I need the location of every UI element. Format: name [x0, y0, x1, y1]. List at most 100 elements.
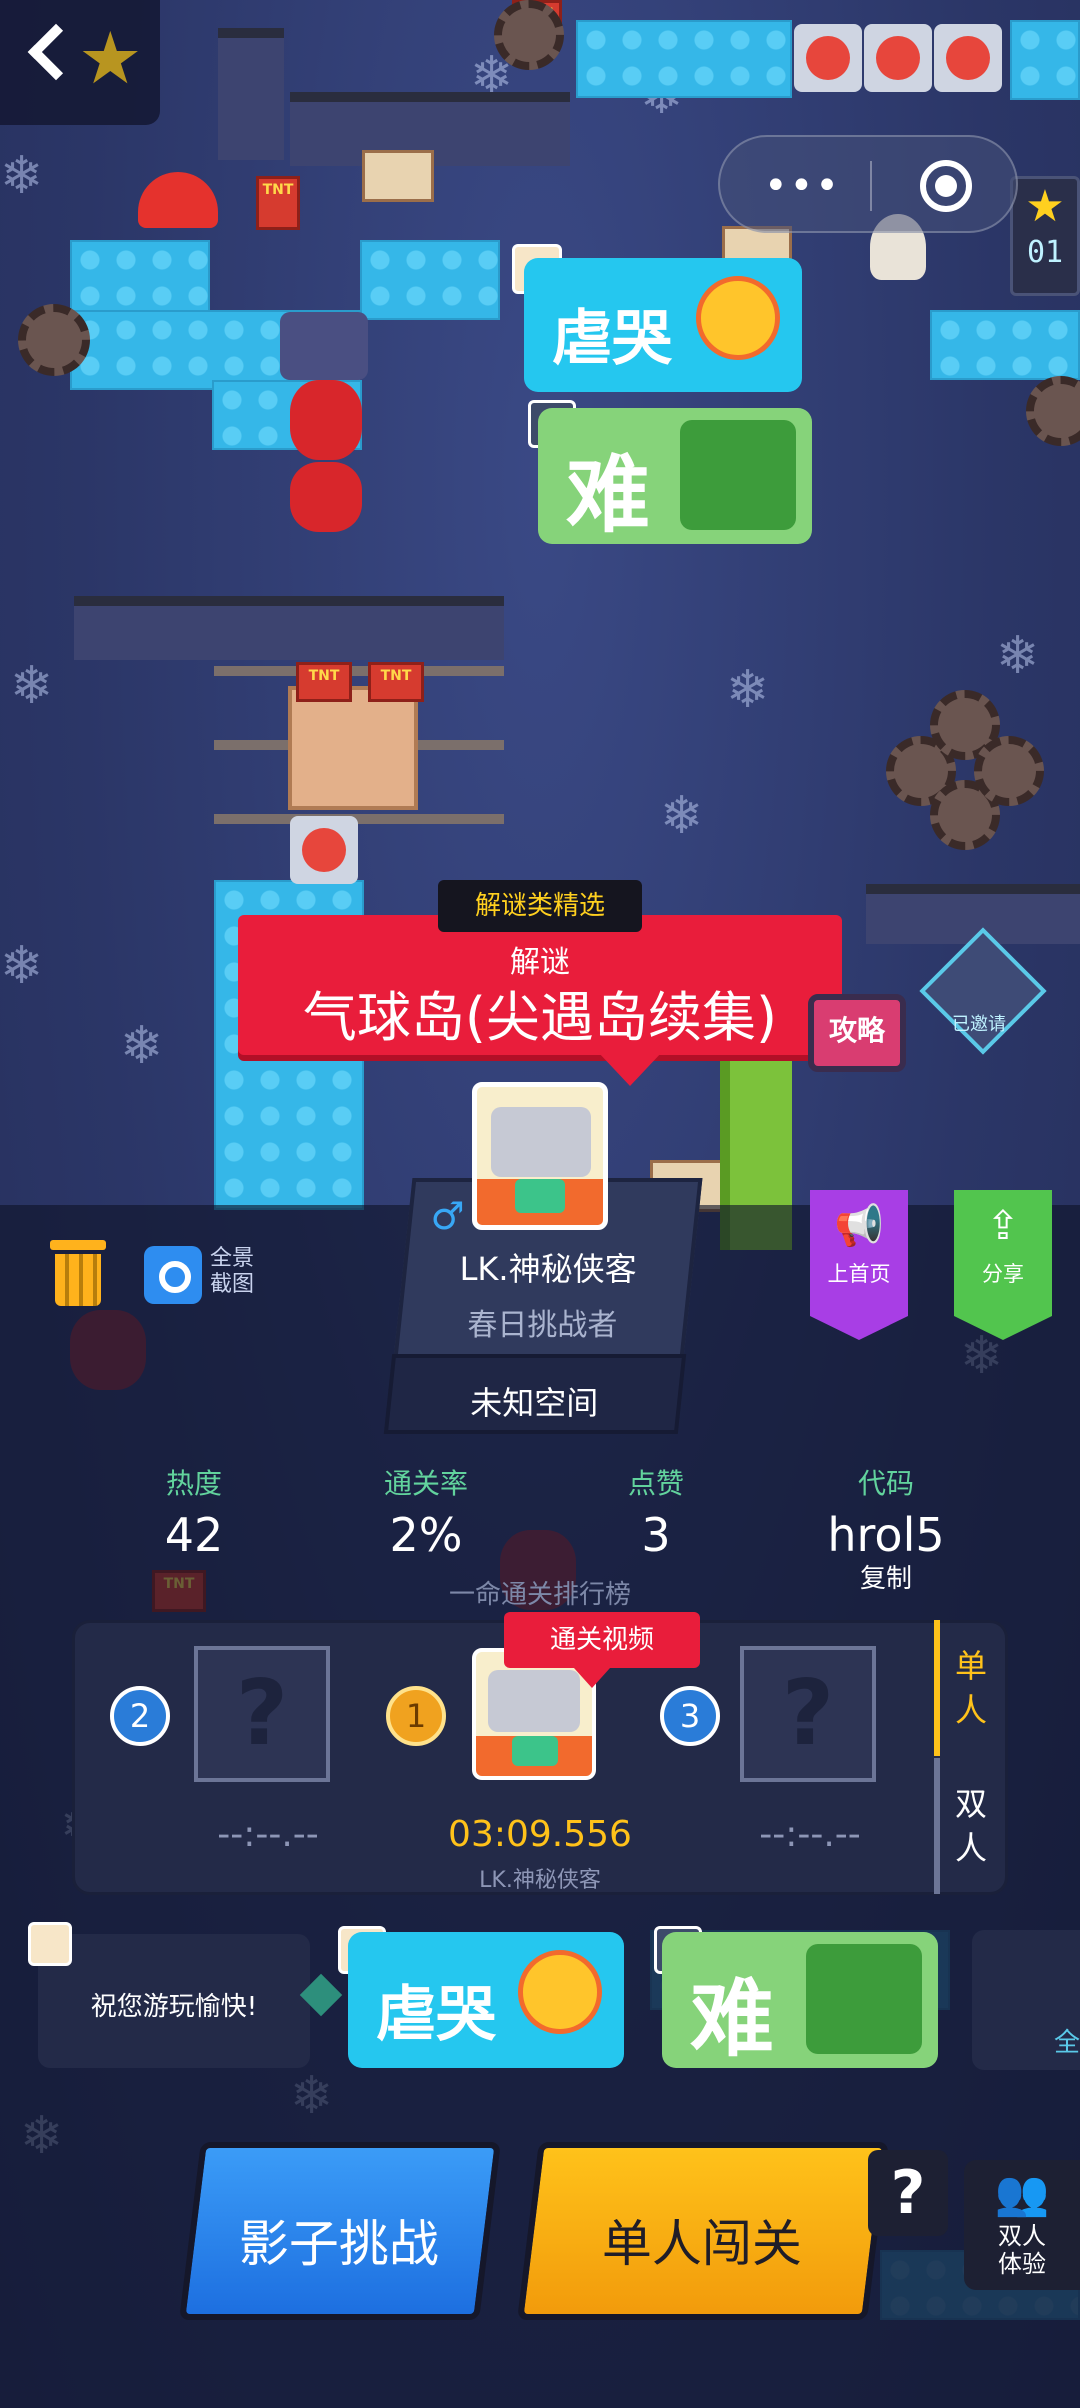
level-counter-value: 01 — [1026, 235, 1064, 270]
megaphone-icon: 📢 — [834, 1203, 884, 1249]
stat-value: 3 — [641, 1508, 671, 1562]
miniprogram-capsule: ••• — [718, 135, 1018, 233]
screenshot-label: 全景截图 — [210, 1246, 255, 1297]
frowning-face-icon — [806, 1944, 922, 2054]
shadow-challenge-button[interactable]: 影子挑战 — [179, 2142, 501, 2320]
play-tile-icon — [290, 816, 358, 884]
rank-badge-first: 1 — [386, 1686, 446, 1746]
level-banner: 解谜 气球岛(尖遇岛续集) — [238, 915, 842, 1055]
sticker-cry[interactable]: 虐哭 — [524, 258, 802, 392]
more-stickers-panel[interactable]: 全 — [972, 1930, 1080, 2070]
shadow-challenge-label: 影子挑战 — [238, 2215, 439, 2273]
sign-icon — [362, 150, 434, 202]
more-options-button[interactable]: ••• — [764, 163, 841, 209]
banner-pointer — [598, 1052, 662, 1086]
promote-homepage-button[interactable]: 📢 上首页 — [810, 1190, 908, 1340]
creator-name: LK.神秘侠客 — [459, 1250, 637, 1288]
rank-time: 03:09.556 — [448, 1814, 632, 1855]
promote-label: 上首页 — [827, 1262, 891, 1286]
star-icon: ★ — [78, 16, 143, 100]
ice-block — [360, 240, 500, 320]
comment-bubble[interactable]: 祝您游玩愉快! — [38, 1934, 310, 2068]
avatar-face — [491, 1107, 591, 1177]
male-icon: ♂ — [430, 1194, 465, 1238]
tab-label: 双人 — [954, 1785, 987, 1867]
level-title: 气球岛(尖遇岛续集) — [302, 986, 778, 1049]
sticker-cry-label: 虐哭 — [552, 304, 672, 374]
tab-label: 单人 — [954, 1647, 987, 1729]
sticker-hard[interactable]: 难 — [538, 408, 812, 544]
copy-code-button[interactable]: 复制 — [786, 1558, 986, 1595]
creator-avatar[interactable] — [472, 1082, 608, 1230]
ranking-tabs: 单人 双人 — [934, 1620, 1008, 1895]
duo-experience-button[interactable]: 👥 双人体验 — [964, 2160, 1080, 2290]
star-icon: ★ — [1025, 181, 1065, 232]
two-players-icon: 👥 — [994, 2168, 1050, 2219]
share-icon: ⇪ — [986, 1203, 1020, 1249]
ice-block — [930, 310, 1080, 380]
stat-label: 代码 — [857, 1467, 914, 1500]
clear-video-button[interactable]: 通关视频 — [504, 1612, 700, 1688]
trash-can-body — [55, 1254, 101, 1306]
panorama-screenshot-button[interactable]: 全景截图 — [140, 1242, 260, 1306]
stat-label: 热度 — [165, 1467, 222, 1500]
help-button[interactable]: ? — [868, 2150, 948, 2236]
snowflake-icon: ❄ — [120, 1016, 164, 1076]
rank-player-name: LK.神秘侠客 — [479, 1868, 601, 1893]
avatar-visor — [515, 1179, 565, 1213]
snowflake-icon: ❄ — [10, 656, 54, 716]
stat-label: 点赞 — [627, 1467, 684, 1500]
mushroom-icon — [138, 172, 218, 228]
level-counter: ★ 01 — [1010, 176, 1080, 296]
empty-player-placeholder[interactable]: ? — [194, 1646, 330, 1782]
play-tile-icon — [934, 24, 1002, 92]
duo-experience-label: 双人体验 — [998, 2222, 1046, 2278]
tnt-icon: TNT — [368, 662, 424, 702]
ranking-title: 一命通关排行榜 — [448, 1580, 631, 1610]
stat-value: hrol5 — [827, 1508, 945, 1562]
avatar-visor — [512, 1736, 558, 1766]
wooden-crate — [288, 686, 418, 810]
delete-button[interactable] — [50, 1240, 106, 1306]
stat-clear-rate: 通关率 2% — [326, 1462, 526, 1562]
spike-ball-icon — [1026, 376, 1080, 446]
sticker-cry[interactable]: 虐哭 — [348, 1932, 624, 2068]
back-button[interactable]: ★ — [0, 0, 160, 125]
tab-solo[interactable]: 单人 — [934, 1620, 1008, 1756]
frowning-face-icon — [680, 420, 796, 530]
creator-space[interactable]: 未知空间 — [383, 1354, 687, 1434]
comment-avatar — [28, 1922, 72, 1966]
share-button[interactable]: ⇪ 分享 — [954, 1190, 1052, 1340]
rank-time: --:--.-- — [217, 1814, 319, 1855]
camera-icon — [144, 1246, 202, 1304]
sticker-hard[interactable]: 难 — [662, 1932, 938, 2068]
snowflake-icon: ❄ — [726, 660, 770, 720]
tab-indicator — [934, 1620, 940, 1756]
share-label: 分享 — [982, 1262, 1024, 1286]
spike-ball-icon — [494, 0, 564, 70]
tab-duo[interactable]: 双人 — [934, 1758, 1008, 1894]
capsule-divider — [870, 161, 872, 211]
spiked-platform — [74, 596, 504, 660]
solo-play-button[interactable]: 单人闯关 — [517, 2142, 889, 2320]
stat-value: 42 — [164, 1508, 224, 1562]
rank-badge: 2 — [110, 1686, 170, 1746]
guide-button[interactable]: 攻略 — [808, 994, 906, 1072]
invited-label: 已邀请 — [952, 1014, 1006, 1035]
more-stickers-label: 全 — [1054, 2028, 1080, 2058]
tnt-icon: TNT — [256, 176, 300, 230]
creator-space-label: 未知空间 — [470, 1384, 599, 1422]
girder — [214, 666, 504, 676]
ice-block — [576, 20, 792, 98]
stat-label: 通关率 — [383, 1467, 468, 1500]
close-miniprogram-button[interactable] — [920, 160, 972, 212]
sticker-hard-label: 难 — [690, 1969, 775, 2068]
crying-face-icon — [518, 1950, 602, 2034]
launcher-icon — [280, 312, 368, 380]
ice-block — [1010, 20, 1080, 100]
spike-ball-icon — [974, 736, 1044, 806]
stat-likes: 点赞 3 — [556, 1462, 756, 1562]
spike-ball-icon — [18, 304, 90, 376]
empty-player-placeholder[interactable]: ? — [740, 1646, 876, 1782]
snowflake-icon: ❄ — [0, 146, 44, 206]
